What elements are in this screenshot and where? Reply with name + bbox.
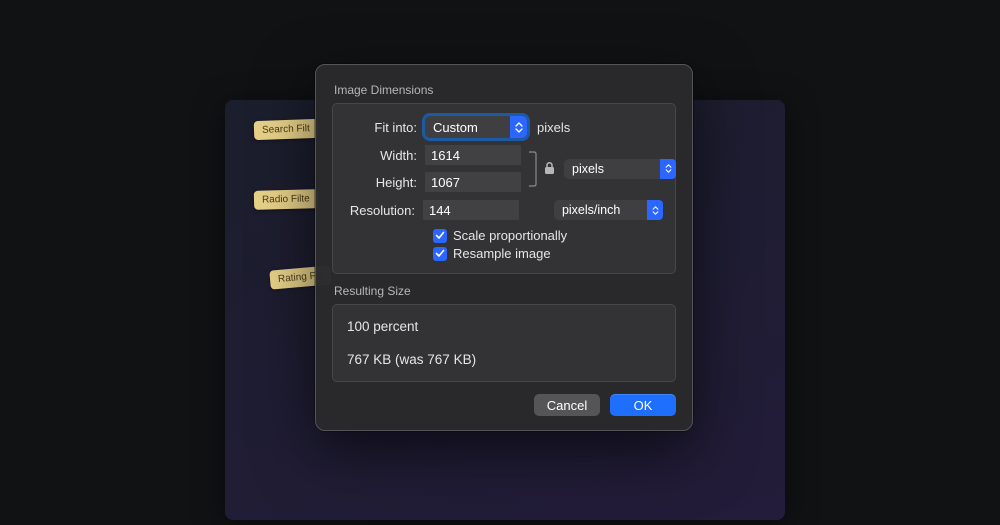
fit-into-select[interactable]: Custom [425, 116, 527, 138]
height-label: Height: [345, 175, 425, 190]
resample-image-label: Resample image [453, 246, 551, 261]
ok-button[interactable]: OK [610, 394, 676, 416]
result-percent: 100 percent [347, 319, 661, 334]
image-dimensions-panel: Fit into: Custom pixels Width: Height: [332, 103, 676, 274]
fit-into-label: Fit into: [345, 120, 425, 135]
checkmark-icon [435, 231, 445, 240]
resulting-size-panel: 100 percent 767 KB (was 767 KB) [332, 304, 676, 382]
width-label: Width: [345, 148, 425, 163]
fit-into-value: Custom [433, 120, 478, 135]
resolution-input[interactable] [423, 200, 519, 220]
scale-proportionally-label: Scale proportionally [453, 228, 567, 243]
lock-icon [543, 161, 556, 176]
width-height-units-value: pixels [572, 162, 604, 176]
scale-proportionally-checkbox[interactable] [433, 229, 447, 243]
width-input[interactable] [425, 145, 521, 165]
background-tag: Search Filt [254, 119, 318, 140]
resolution-label: Resolution: [345, 203, 423, 218]
width-height-units-select[interactable]: pixels [564, 159, 676, 179]
resolution-units-value: pixels/inch [562, 203, 620, 217]
image-dimensions-section-title: Image Dimensions [334, 83, 676, 97]
checkmark-icon [435, 249, 445, 258]
height-input[interactable] [425, 172, 521, 192]
link-bracket-icon [527, 146, 539, 192]
dialog-footer: Cancel OK [332, 394, 676, 416]
select-arrows-icon [510, 116, 527, 138]
select-arrows-icon [647, 200, 663, 220]
resize-image-dialog: Image Dimensions Fit into: Custom pixels… [315, 64, 693, 431]
resolution-units-select[interactable]: pixels/inch [554, 200, 663, 220]
result-size: 767 KB (was 767 KB) [347, 352, 661, 367]
lock-aspect-ratio-button[interactable] [543, 161, 556, 176]
fit-into-suffix: pixels [537, 120, 570, 135]
select-arrows-icon [660, 159, 676, 179]
background-tag: Radio Filte [254, 189, 318, 210]
resample-image-checkbox[interactable] [433, 247, 447, 261]
cancel-button[interactable]: Cancel [534, 394, 600, 416]
resulting-size-section-title: Resulting Size [334, 284, 676, 298]
